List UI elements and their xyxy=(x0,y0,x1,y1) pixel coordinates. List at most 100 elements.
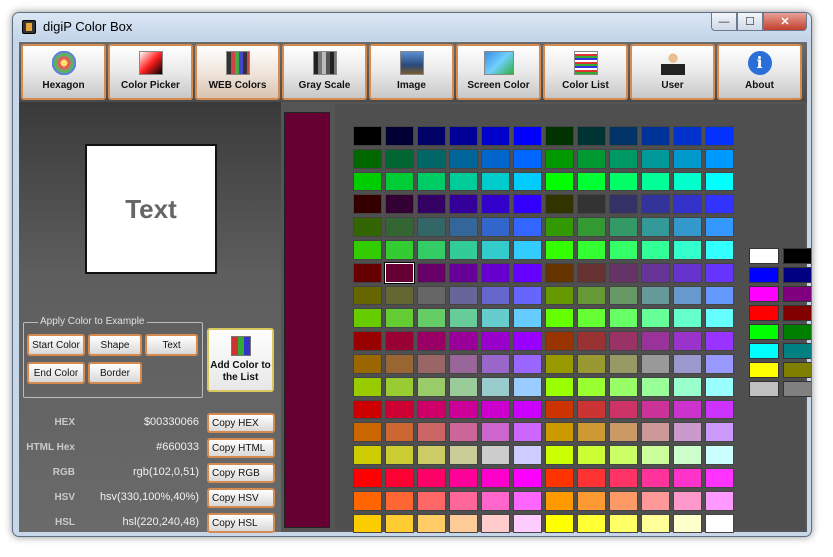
web-color-cell[interactable] xyxy=(577,331,606,351)
web-color-cell[interactable] xyxy=(577,376,606,397)
tab-color-picker[interactable]: Color Picker xyxy=(108,44,193,100)
web-color-cell[interactable] xyxy=(513,126,542,146)
tab-web-colors[interactable]: WEB Colors xyxy=(195,44,280,100)
web-color-cell[interactable] xyxy=(481,399,510,420)
basic-color-cell[interactable] xyxy=(783,267,811,283)
web-color-cell[interactable] xyxy=(641,376,670,397)
minimize-button[interactable]: — xyxy=(711,13,737,31)
web-color-cell[interactable] xyxy=(577,194,606,215)
web-color-cell[interactable] xyxy=(609,353,638,374)
copy-hsl-button[interactable]: Copy HSL xyxy=(207,513,275,533)
web-color-cell[interactable] xyxy=(641,262,670,283)
web-color-cell[interactable] xyxy=(417,148,446,169)
tab-color-list[interactable]: Color List xyxy=(543,44,628,100)
web-color-cell[interactable] xyxy=(353,331,382,351)
web-color-cell[interactable] xyxy=(545,126,574,146)
web-color-cell[interactable] xyxy=(641,308,670,329)
web-color-cell[interactable] xyxy=(449,285,478,306)
web-color-cell[interactable] xyxy=(513,217,542,237)
web-color-cell[interactable] xyxy=(609,217,638,237)
basic-color-cell[interactable] xyxy=(749,248,779,264)
copy-html-button[interactable]: Copy HTML xyxy=(207,438,275,458)
start-color-button[interactable]: Start Color xyxy=(27,334,85,356)
basic-color-cell[interactable] xyxy=(749,305,779,321)
web-color-cell[interactable] xyxy=(545,217,574,237)
web-color-cell[interactable] xyxy=(705,217,734,237)
web-color-cell[interactable] xyxy=(513,490,542,511)
web-color-cell[interactable] xyxy=(449,194,478,215)
web-color-cell[interactable] xyxy=(577,308,606,329)
web-color-cell[interactable] xyxy=(705,148,734,169)
copy-hex-button[interactable]: Copy HEX xyxy=(207,413,275,433)
web-color-cell[interactable] xyxy=(673,467,702,488)
web-color-cell[interactable] xyxy=(705,331,734,351)
web-color-cell[interactable] xyxy=(385,171,414,192)
web-color-cell[interactable] xyxy=(385,513,414,534)
web-color-cell[interactable] xyxy=(513,239,542,260)
web-color-cell[interactable] xyxy=(641,399,670,420)
web-color-cell[interactable] xyxy=(353,194,382,215)
web-color-cell[interactable] xyxy=(449,399,478,420)
web-color-cell[interactable] xyxy=(673,422,702,443)
web-color-cell[interactable] xyxy=(481,513,510,534)
web-color-cell[interactable] xyxy=(673,126,702,146)
web-color-cell[interactable] xyxy=(417,171,446,192)
web-color-cell[interactable] xyxy=(609,148,638,169)
web-color-cell[interactable] xyxy=(353,353,382,374)
tab-user[interactable]: User xyxy=(630,44,715,100)
web-color-cell[interactable] xyxy=(545,262,574,283)
web-color-cell[interactable] xyxy=(545,148,574,169)
web-color-cell[interactable] xyxy=(481,353,510,374)
web-color-cell[interactable] xyxy=(641,422,670,443)
basic-color-cell[interactable] xyxy=(749,343,779,359)
end-color-button[interactable]: End Color xyxy=(27,362,85,384)
basic-color-cell[interactable] xyxy=(783,248,811,264)
maximize-button[interactable]: ☐ xyxy=(737,13,763,31)
web-color-cell[interactable] xyxy=(673,308,702,329)
web-color-cell[interactable] xyxy=(353,467,382,488)
web-color-cell[interactable] xyxy=(641,490,670,511)
web-color-cell[interactable] xyxy=(673,171,702,192)
web-color-cell[interactable] xyxy=(641,285,670,306)
web-color-cell[interactable] xyxy=(545,285,574,306)
web-color-cell[interactable] xyxy=(609,308,638,329)
web-color-cell[interactable] xyxy=(641,513,670,534)
basic-color-cell[interactable] xyxy=(749,267,779,283)
web-color-cell[interactable] xyxy=(609,126,638,146)
web-color-cell[interactable] xyxy=(385,194,414,215)
web-color-cell[interactable] xyxy=(609,262,638,283)
web-color-cell[interactable] xyxy=(481,148,510,169)
shape-button[interactable]: Shape xyxy=(88,334,142,356)
text-button[interactable]: Text xyxy=(145,334,198,356)
web-color-cell[interactable] xyxy=(673,490,702,511)
web-color-cell[interactable] xyxy=(449,331,478,351)
web-color-cell[interactable] xyxy=(417,308,446,329)
web-color-cell[interactable] xyxy=(609,194,638,215)
web-color-cell[interactable] xyxy=(417,239,446,260)
web-color-cell[interactable] xyxy=(481,126,510,146)
web-color-cell[interactable] xyxy=(673,376,702,397)
web-color-cell[interactable] xyxy=(449,171,478,192)
web-color-cell[interactable] xyxy=(609,239,638,260)
web-color-cell[interactable] xyxy=(609,513,638,534)
web-color-cell[interactable] xyxy=(385,399,414,420)
add-color-to-list-button[interactable]: Add Color to the List xyxy=(207,328,274,392)
web-color-cell[interactable] xyxy=(417,194,446,215)
web-color-cell[interactable] xyxy=(385,148,414,169)
web-color-cell[interactable] xyxy=(673,399,702,420)
web-color-cell[interactable] xyxy=(609,445,638,465)
web-color-cell[interactable] xyxy=(577,239,606,260)
web-color-cell[interactable] xyxy=(449,148,478,169)
web-color-cell[interactable] xyxy=(545,353,574,374)
tab-about[interactable]: i About xyxy=(717,44,802,100)
web-color-cell[interactable] xyxy=(705,399,734,420)
web-color-cell[interactable] xyxy=(353,171,382,192)
web-color-cell[interactable] xyxy=(353,399,382,420)
web-color-cell[interactable] xyxy=(417,513,446,534)
web-color-cell[interactable] xyxy=(641,126,670,146)
web-color-cell[interactable] xyxy=(353,308,382,329)
web-color-cell[interactable] xyxy=(673,285,702,306)
web-color-cell[interactable] xyxy=(545,376,574,397)
web-color-cell[interactable] xyxy=(353,217,382,237)
title-bar[interactable]: digiP Color Box — ☐ ✕ xyxy=(13,13,811,41)
